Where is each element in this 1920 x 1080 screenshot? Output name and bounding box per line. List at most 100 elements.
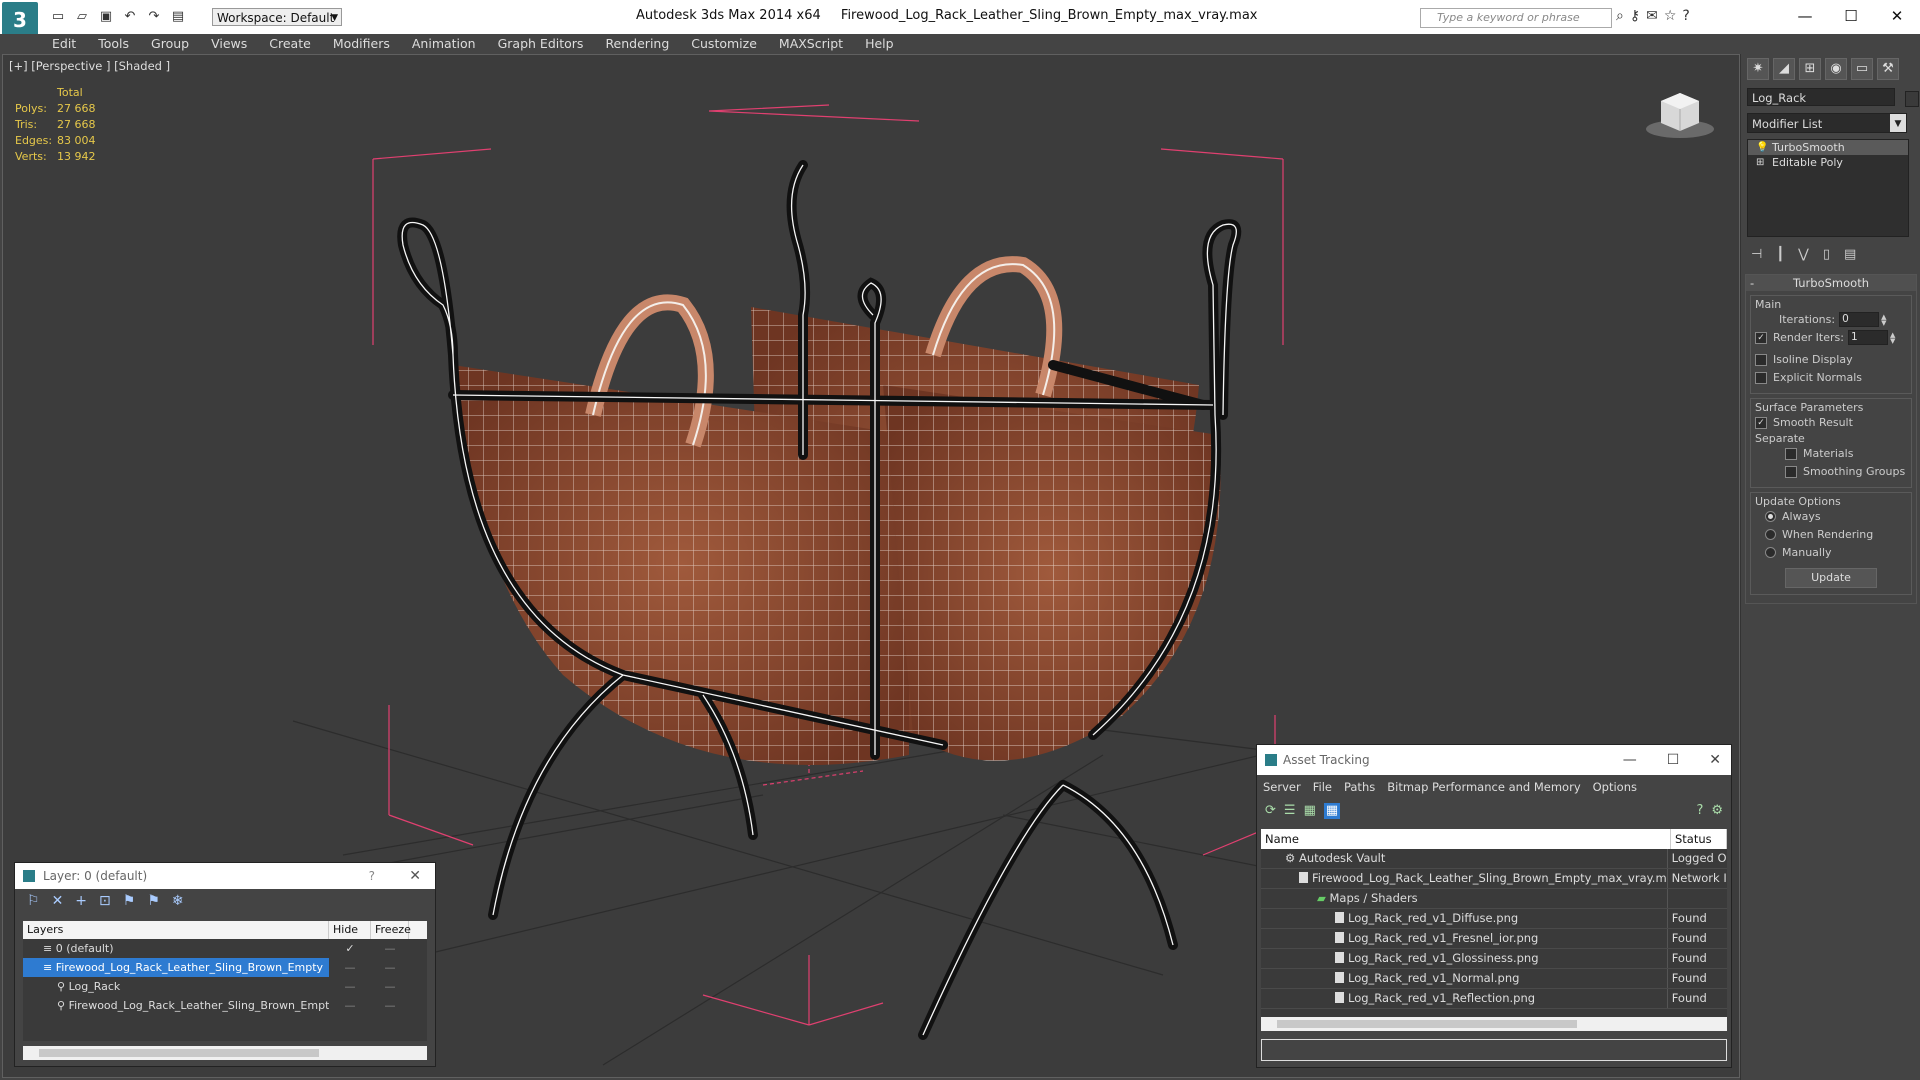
remove-modifier-icon[interactable]: ▯ [1823, 247, 1830, 262]
menu-animation[interactable]: Animation [412, 34, 476, 54]
update-button[interactable]: Update [1785, 567, 1877, 588]
close-icon[interactable]: ✕ [409, 863, 421, 889]
stack-item-editable-poly[interactable]: ⊞ Editable Poly [1748, 155, 1908, 170]
always-radio[interactable] [1765, 511, 1776, 522]
horizontal-scrollbar[interactable] [1261, 1017, 1727, 1031]
save-icon[interactable]: ▣ [96, 8, 116, 26]
modifier-list-dropdown[interactable]: Modifier List ▼ [1747, 112, 1907, 133]
refresh-icon[interactable]: ⟳ [1265, 803, 1276, 819]
show-end-result-icon[interactable]: ┃ [1776, 247, 1784, 262]
workspace-dropdown[interactable]: Workspace: Default ▼ [212, 8, 342, 26]
make-unique-icon[interactable]: ⋁ [1798, 247, 1809, 262]
menu-customize[interactable]: Customize [691, 34, 757, 54]
spinner-arrows-icon[interactable]: ▲ ▼ [1881, 313, 1889, 326]
iterations-spinner[interactable]: 0 [1839, 312, 1880, 327]
modifier-stack[interactable]: 💡 TurboSmooth ⊞ Editable Poly [1747, 138, 1909, 237]
minimize-icon[interactable]: — [1623, 745, 1637, 775]
column-layers[interactable]: Layers [23, 921, 329, 939]
highlight-layer-icon[interactable]: ⚑ [123, 893, 136, 911]
pin-stack-icon[interactable]: ⊣ [1751, 247, 1762, 262]
asset-row[interactable]: Log_Rack_red_v1_Diffuse.png Found [1261, 909, 1727, 929]
select-objects-icon[interactable]: ⊡ [99, 893, 111, 911]
menu-edit[interactable]: Edit [52, 34, 76, 54]
key-icon[interactable]: ⚷ [1630, 8, 1640, 24]
render-iters-checkbox[interactable]: ✓ [1755, 331, 1767, 344]
menu-create[interactable]: Create [269, 34, 311, 54]
scrollbar-thumb[interactable] [39, 1049, 319, 1057]
column-status[interactable]: Status [1671, 829, 1727, 849]
freeze-all-icon[interactable]: ❄ [172, 893, 184, 911]
stack-item-turbosmooth[interactable]: 💡 TurboSmooth [1748, 139, 1908, 155]
list-view-icon[interactable]: ☰ [1284, 803, 1296, 819]
asset-menu-paths[interactable]: Paths [1344, 775, 1375, 799]
menu-modifiers[interactable]: Modifiers [333, 34, 390, 54]
asset-row[interactable]: Log_Rack_red_v1_Reflection.png Found [1261, 989, 1727, 1009]
layer-window-titlebar[interactable]: Layer: 0 (default) ? ✕ [15, 863, 435, 889]
asset-row[interactable]: Log_Rack_red_v1_Normal.png Found [1261, 969, 1727, 989]
asset-window-titlebar[interactable]: Asset Tracking — ☐ ✕ [1257, 745, 1731, 775]
modify-tab-icon[interactable]: ◢ [1773, 58, 1795, 80]
asset-row[interactable]: ⚙ Autodesk Vault Logged O [1261, 849, 1727, 869]
asset-row[interactable]: Firewood_Log_Rack_Leather_Sling_Brown_Em… [1261, 869, 1727, 889]
search-input[interactable]: Type a keyword or phrase [1420, 8, 1612, 28]
layer-row[interactable]: ⚲ Firewood_Log_Rack_Leather_Sling_Brown_… [23, 996, 427, 1015]
configure-sets-icon[interactable]: ▤ [1844, 247, 1856, 262]
object-color-swatch[interactable] [1905, 90, 1919, 107]
asset-row[interactable]: Log_Rack_red_v1_Glossiness.png Found [1261, 949, 1727, 969]
hide-all-icon[interactable]: ⚑ [147, 893, 160, 911]
create-layer-icon[interactable]: ⚐ [27, 893, 40, 911]
menu-rendering[interactable]: Rendering [605, 34, 669, 54]
redo-icon[interactable]: ↷ [144, 8, 164, 26]
layer-row[interactable]: ≡ Firewood_Log_Rack_Leather_Sling_Brown_… [23, 958, 427, 977]
asset-menu-options[interactable]: Options [1593, 775, 1637, 799]
project-folder-icon[interactable]: ▤ [168, 8, 188, 26]
delete-layer-icon[interactable]: ✕ [52, 893, 64, 911]
menu-group[interactable]: Group [151, 34, 189, 54]
viewcube-icon[interactable] [1643, 85, 1717, 141]
materials-checkbox[interactable] [1785, 447, 1797, 460]
table-view-icon[interactable]: ▦ [1323, 803, 1341, 819]
hierarchy-tab-icon[interactable]: ⊞ [1799, 58, 1821, 80]
manually-radio[interactable] [1765, 547, 1776, 558]
menu-tools[interactable]: Tools [98, 34, 129, 54]
minimize-icon[interactable]: — [1782, 0, 1828, 32]
add-to-layer-icon[interactable]: + [75, 893, 87, 911]
communication-icon[interactable]: ✉ [1646, 8, 1658, 24]
close-icon[interactable]: ✕ [1709, 745, 1721, 775]
layer-row[interactable]: ≡ 0 (default) ✓ — [23, 939, 427, 958]
create-tab-icon[interactable]: ✷ [1747, 58, 1769, 80]
help-icon[interactable]: ? [1696, 803, 1703, 819]
hide-toggle[interactable]: — [329, 977, 371, 996]
hide-toggle[interactable]: — [329, 996, 371, 1015]
asset-menu-server[interactable]: Server [1263, 775, 1301, 799]
column-freeze[interactable]: Freeze [371, 921, 411, 939]
close-icon[interactable]: ✕ [1874, 0, 1920, 32]
star-icon[interactable]: ☆ [1664, 8, 1677, 24]
open-file-icon[interactable]: ▱ [72, 8, 92, 26]
column-name[interactable]: Name [1261, 829, 1671, 849]
scrollbar-thumb[interactable] [1277, 1020, 1577, 1028]
new-file-icon[interactable]: ▭ [48, 8, 68, 26]
isoline-checkbox[interactable] [1755, 353, 1767, 366]
smoothing-groups-checkbox[interactable] [1785, 465, 1797, 478]
utilities-tab-icon[interactable]: ⚒ [1877, 58, 1899, 80]
menu-maxscript[interactable]: MAXScript [779, 34, 843, 54]
spinner-arrows-icon[interactable]: ▲ ▼ [1890, 331, 1898, 344]
undo-icon[interactable]: ↶ [120, 8, 140, 26]
rollout-header[interactable]: - TurboSmooth [1746, 274, 1916, 291]
display-tab-icon[interactable]: ▭ [1851, 58, 1873, 80]
render-iters-spinner[interactable]: 1 [1847, 330, 1888, 345]
horizontal-scrollbar[interactable] [23, 1046, 427, 1060]
lightbulb-icon[interactable]: 💡 [1756, 140, 1768, 155]
freeze-toggle[interactable]: — [371, 996, 409, 1015]
asset-menu-bitmap[interactable]: Bitmap Performance and Memory [1387, 775, 1580, 799]
help-icon[interactable]: ? [1682, 8, 1689, 24]
menu-views[interactable]: Views [211, 34, 247, 54]
object-name-field[interactable]: Log_Rack [1747, 88, 1895, 106]
maximize-icon[interactable]: ☐ [1828, 0, 1874, 32]
viewport-label[interactable]: [+] [Perspective ] [Shaded ] [9, 59, 170, 73]
detail-view-icon[interactable]: ▦ [1304, 803, 1316, 819]
freeze-toggle[interactable]: — [371, 977, 409, 996]
explicit-normals-checkbox[interactable] [1755, 371, 1767, 384]
asset-path-field[interactable] [1261, 1039, 1727, 1061]
